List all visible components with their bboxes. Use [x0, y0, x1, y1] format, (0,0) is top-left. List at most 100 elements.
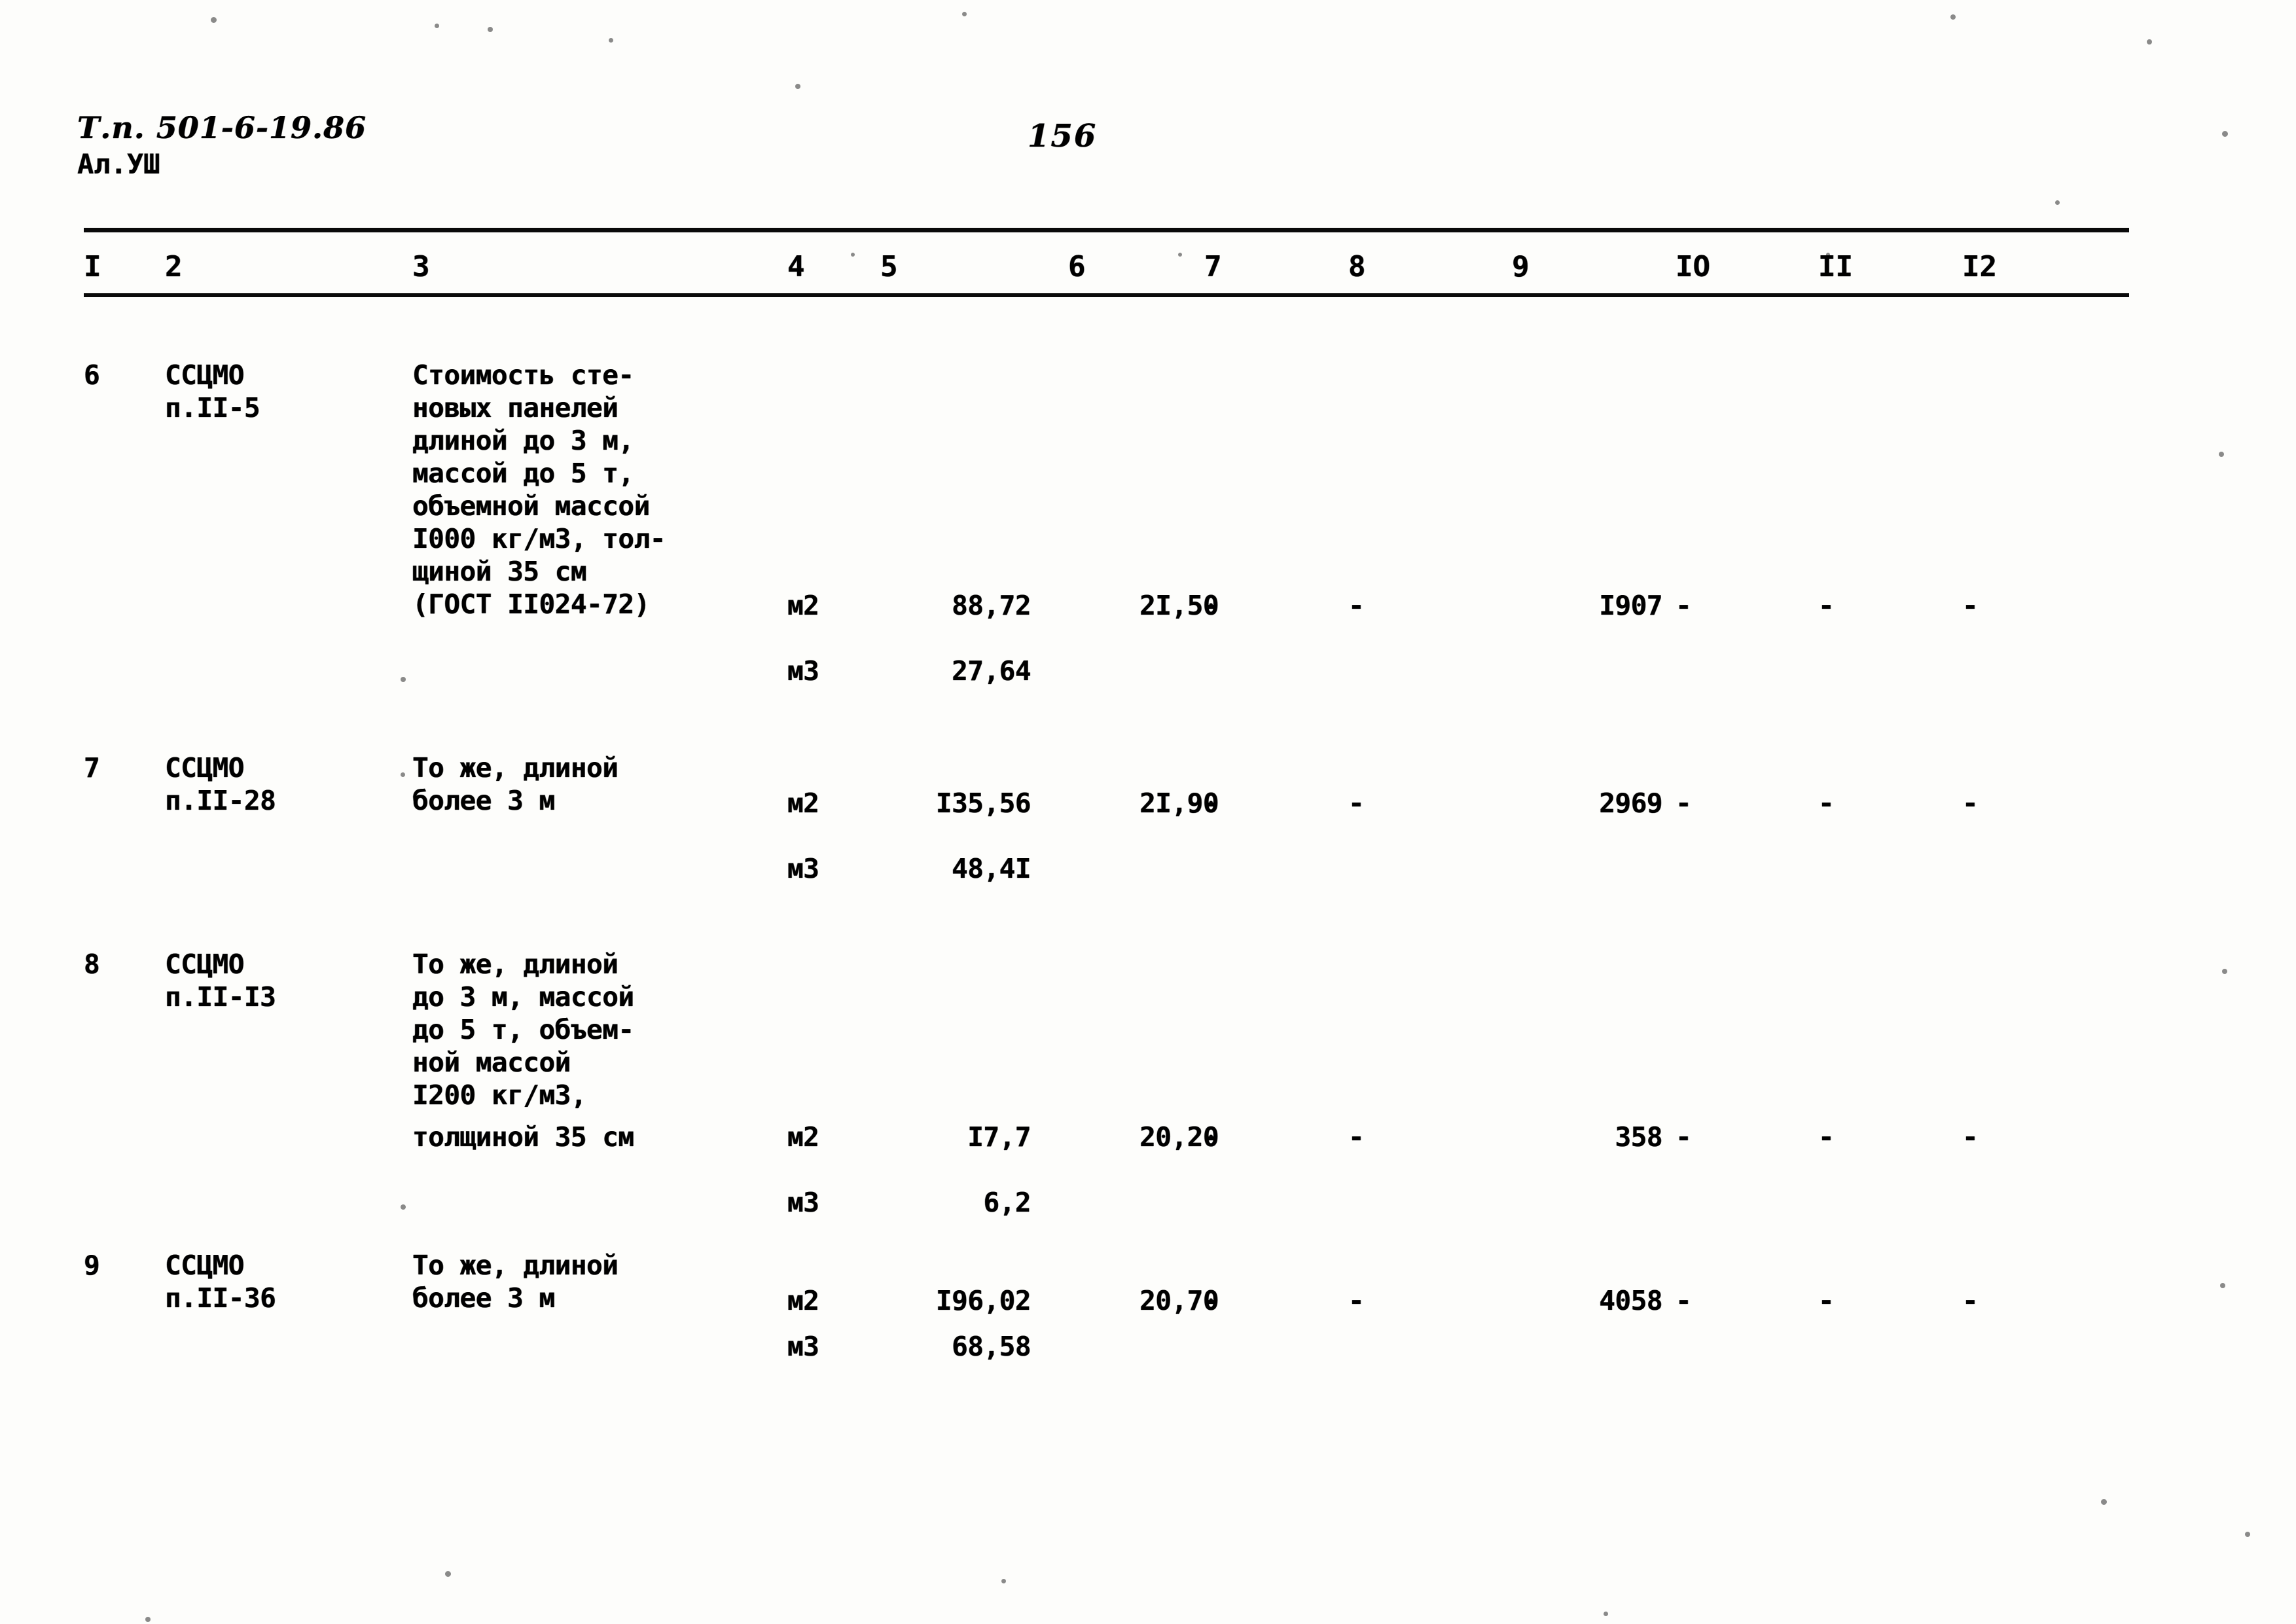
scan-speck	[2222, 969, 2227, 974]
row-description-line: более 3 м	[412, 1282, 555, 1314]
row-description-line: (ГОСТ II024-72)	[412, 588, 650, 620]
scan-speck	[795, 84, 800, 89]
row-col12: -	[1962, 1121, 1979, 1153]
row-description-line: новых панелей	[412, 392, 619, 424]
row-description-line: То же, длиной	[412, 752, 619, 784]
scan-speck	[145, 1617, 151, 1622]
table-row: 8	[84, 948, 100, 980]
row-unit: м2	[787, 787, 819, 819]
scan-speck	[2101, 1499, 2107, 1505]
scan-speck	[2222, 131, 2228, 137]
row-quantity: 6,2	[983, 1187, 1031, 1218]
row-price: 2I,90	[1139, 787, 1219, 819]
row-col8: -	[1348, 1285, 1365, 1316]
row-code-line2: п.II-36	[165, 1282, 276, 1314]
row-quantity: I35,56	[935, 787, 1031, 819]
row-code-line1: ССЦМО	[165, 948, 244, 980]
column-header-4: 4	[787, 250, 805, 283]
row-total: 358	[1615, 1121, 1662, 1153]
scan-speck	[2147, 39, 2152, 45]
row-col12: -	[1962, 787, 1979, 819]
column-header-7: 7	[1204, 250, 1222, 283]
scan-speck	[962, 12, 967, 16]
scan-speck	[401, 677, 406, 682]
row-code-line2: п.II-I3	[165, 981, 276, 1013]
row-description-line: ной массой	[412, 1047, 571, 1078]
row-price: 2I,50	[1139, 590, 1219, 621]
scan-speck	[488, 27, 493, 32]
row-description-line: до 3 м, массой	[412, 981, 634, 1013]
row-col11: -	[1818, 590, 1835, 621]
row-col10: -	[1676, 787, 1692, 819]
scan-speck	[211, 17, 217, 23]
row-quantity: 68,58	[952, 1331, 1031, 1362]
scan-speck	[2220, 1283, 2225, 1288]
row-description-line: толщиной 35 см	[412, 1121, 634, 1153]
scan-speck	[2055, 200, 2060, 205]
row-code-line2: п.II-28	[165, 785, 276, 816]
row-col8: -	[1348, 787, 1365, 819]
table-row: 9	[84, 1250, 100, 1281]
row-unit: м2	[787, 1285, 819, 1316]
row-description-line: I000 кг/м3, тол-	[412, 523, 666, 554]
scan-speck	[1950, 14, 1956, 20]
table-row: 6	[84, 359, 100, 391]
row-unit: м3	[787, 1187, 819, 1218]
row-col11: -	[1818, 1121, 1835, 1153]
row-description-line: щиной 35 см	[412, 556, 587, 587]
column-header-12: I2	[1962, 250, 1997, 283]
row-col12: -	[1962, 590, 1979, 621]
page-number: 156	[1028, 118, 1098, 154]
row-quantity: 48,4I	[952, 853, 1031, 884]
row-code-line1: ССЦМО	[165, 359, 244, 391]
row-quantity: I7,7	[967, 1121, 1031, 1153]
scan-speck	[851, 253, 855, 257]
row-description-line: длиной до 3 м,	[412, 425, 634, 456]
row-unit: м2	[787, 590, 819, 621]
column-header-1: I	[84, 250, 101, 283]
scan-speck	[1178, 253, 1182, 257]
project-code: Т.п. 501-6-19.86	[77, 110, 367, 145]
row-col7: -	[1204, 1285, 1221, 1316]
row-quantity: 88,72	[952, 590, 1031, 621]
row-description-line: Стоимость сте-	[412, 359, 634, 391]
row-price: 20,20	[1139, 1121, 1219, 1153]
row-description-line: объемной массой	[412, 490, 650, 522]
table-rule-bottom	[84, 293, 2129, 297]
row-description-line: более 3 м	[412, 785, 555, 816]
row-total: 4058	[1599, 1285, 1662, 1316]
row-price: 20,70	[1139, 1285, 1219, 1316]
scan-speck	[1604, 1612, 1608, 1616]
row-quantity: I96,02	[935, 1285, 1031, 1316]
scan-speck	[445, 1571, 451, 1577]
row-col12: -	[1962, 1285, 1979, 1316]
row-col8: -	[1348, 590, 1365, 621]
row-unit: м3	[787, 655, 819, 687]
row-total: I907	[1599, 590, 1662, 621]
scan-speck	[2245, 1532, 2250, 1537]
row-col10: -	[1676, 1285, 1692, 1316]
column-header-10: IO	[1676, 250, 1710, 283]
row-description-line: То же, длиной	[412, 1250, 619, 1281]
album-label: Ал.УШ	[77, 148, 160, 181]
column-header-8: 8	[1348, 250, 1366, 283]
table-rule-top	[84, 228, 2129, 232]
row-col7: -	[1204, 590, 1221, 621]
row-col10: -	[1676, 1121, 1692, 1153]
table-row: 7	[84, 752, 100, 784]
row-total: 2969	[1599, 787, 1662, 819]
row-col8: -	[1348, 1121, 1365, 1153]
row-code: ССЦМО	[165, 359, 244, 391]
row-code-line1: ССЦМО	[165, 752, 244, 784]
scan-speck	[401, 772, 405, 777]
row-description-line: до 5 т, объем-	[412, 1014, 634, 1045]
row-col7: -	[1204, 787, 1221, 819]
row-col11: -	[1818, 1285, 1835, 1316]
column-header-6: 6	[1068, 250, 1086, 283]
column-header-9: 9	[1512, 250, 1530, 283]
row-code-line1: ССЦМО	[165, 1250, 244, 1281]
row-col11: -	[1818, 787, 1835, 819]
row-description-line: То же, длиной	[412, 948, 619, 980]
scanned-document-page: Т.п. 501-6-19.86 Ал.УШ 156 I 2 3 4 5 6 7…	[0, 0, 2296, 1624]
row-quantity: 27,64	[952, 655, 1031, 687]
